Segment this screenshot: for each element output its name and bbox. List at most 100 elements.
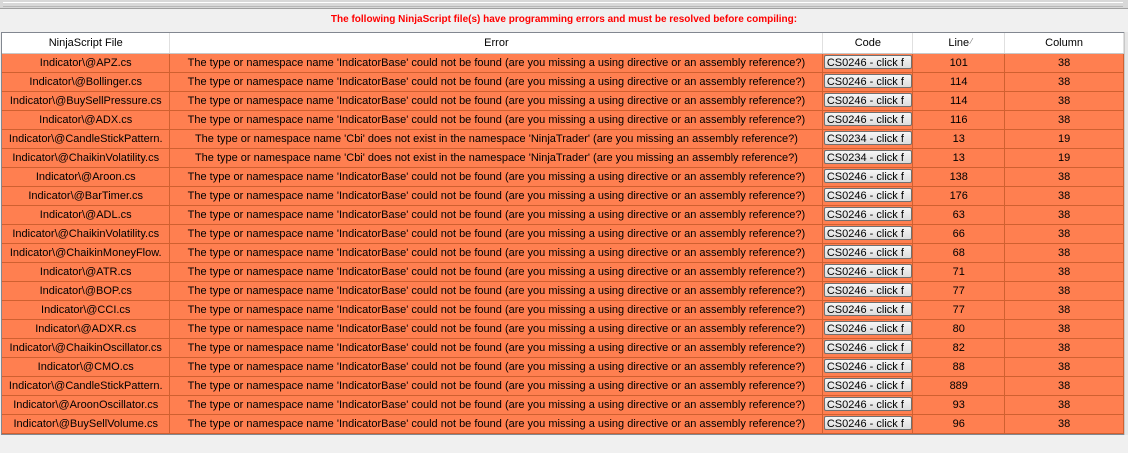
cell-error[interactable]: The type or namespace name 'IndicatorBas… — [169, 205, 824, 225]
error-code-help-button[interactable]: CS0246 - click f — [823, 73, 912, 88]
cell-error[interactable]: The type or namespace name 'IndicatorBas… — [169, 281, 824, 301]
cell-error[interactable]: The type or namespace name 'IndicatorBas… — [169, 319, 824, 339]
cell-error[interactable]: The type or namespace name 'Cbi' does no… — [169, 129, 824, 149]
error-code-help-button[interactable]: CS0234 - click f — [823, 130, 912, 145]
cell-file[interactable]: Indicator\@APZ.cs — [2, 53, 171, 73]
cell-file[interactable]: Indicator\@Aroon.cs — [2, 167, 171, 187]
error-code-help-button[interactable]: CS0246 - click f — [823, 92, 912, 107]
table-row[interactable]: Indicator\@AroonOscillator.cs The type or… — [2, 395, 1124, 415]
error-code-help-button[interactable]: CS0246 - click f — [823, 282, 912, 297]
table-row[interactable]: Indicator\@CandleStickPattern. The type o… — [2, 376, 1124, 396]
cell-column[interactable]: 38 — [1004, 205, 1124, 225]
cell-file[interactable]: Indicator\@CCI.cs — [2, 300, 171, 320]
cell-file[interactable]: Indicator\@ChaikinMoneyFlow. — [2, 243, 171, 263]
cell-line[interactable]: 176 — [912, 186, 1006, 206]
cell-column[interactable]: 38 — [1004, 338, 1124, 358]
cell-column[interactable]: 38 — [1004, 300, 1124, 320]
cell-line[interactable]: 101 — [912, 53, 1006, 73]
cell-file[interactable]: Indicator\@BuySellPressure.cs — [2, 91, 171, 111]
table-row[interactable]: Indicator\@BuySellVolume.cs The type or n… — [2, 414, 1124, 434]
error-code-help-button[interactable]: CS0246 - click f — [823, 358, 912, 373]
table-row[interactable]: Indicator\@ChaikinVolatility.cs The type … — [2, 224, 1124, 244]
column-header-file[interactable]: NinjaScript File — [2, 33, 171, 54]
cell-error[interactable]: The type or namespace name 'IndicatorBas… — [169, 395, 824, 415]
table-row[interactable]: Indicator\@ADXR.cs The type or namespace … — [2, 319, 1124, 339]
cell-error[interactable]: The type or namespace name 'IndicatorBas… — [169, 53, 824, 73]
error-code-help-button[interactable]: CS0246 - click f — [823, 339, 912, 354]
error-code-help-button[interactable]: CS0246 - click f — [823, 320, 912, 335]
cell-line[interactable]: 138 — [912, 167, 1006, 187]
cell-error[interactable]: The type or namespace name 'IndicatorBas… — [169, 186, 824, 206]
error-code-help-button[interactable]: CS0246 - click f — [823, 244, 912, 259]
table-row[interactable]: Indicator\@Bollinger.cs The type or names… — [2, 72, 1124, 92]
cell-file[interactable]: Indicator\@ChaikinVolatility.cs — [2, 224, 171, 244]
table-row[interactable]: Indicator\@BOP.cs The type or namespace n… — [2, 281, 1124, 301]
cell-error[interactable]: The type or namespace name 'IndicatorBas… — [169, 338, 824, 358]
cell-error[interactable]: The type or namespace name 'IndicatorBas… — [169, 224, 824, 244]
error-code-help-button[interactable]: CS0246 - click f — [823, 168, 912, 183]
cell-line[interactable]: 889 — [912, 376, 1006, 396]
table-row[interactable]: Indicator\@CandleStickPattern. The type o… — [2, 129, 1124, 149]
cell-column[interactable]: 38 — [1004, 395, 1124, 415]
cell-column[interactable]: 38 — [1004, 281, 1124, 301]
error-code-help-button[interactable]: CS0246 - click f — [823, 111, 912, 126]
column-header-line[interactable]: Line ⁄ — [912, 33, 1006, 54]
cell-line[interactable]: 13 — [912, 129, 1006, 149]
cell-column[interactable]: 38 — [1004, 357, 1124, 377]
cell-line[interactable]: 66 — [912, 224, 1006, 244]
cell-line[interactable]: 77 — [912, 281, 1006, 301]
cell-error[interactable]: The type or namespace name 'IndicatorBas… — [169, 110, 824, 130]
error-code-help-button[interactable]: CS0246 - click f — [823, 54, 912, 69]
cell-error[interactable]: The type or namespace name 'Cbi' does no… — [169, 148, 824, 168]
table-row[interactable]: Indicator\@ChaikinOscillator.cs The type … — [2, 338, 1124, 358]
table-row[interactable]: Indicator\@Aroon.cs The type or namespace… — [2, 167, 1124, 187]
cell-line[interactable]: 71 — [912, 262, 1006, 282]
cell-line[interactable]: 88 — [912, 357, 1006, 377]
errors-grid[interactable]: NinjaScript File Error Code Line ⁄ Column… — [1, 32, 1125, 435]
table-row[interactable]: Indicator\@CMO.cs The type or namespace n… — [2, 357, 1124, 377]
cell-line[interactable]: 77 — [912, 300, 1006, 320]
table-row[interactable]: Indicator\@ATR.cs The type or namespace n… — [2, 262, 1124, 282]
cell-file[interactable]: Indicator\@AroonOscillator.cs — [2, 395, 171, 415]
table-row[interactable]: Indicator\@ChaikinVolatility.cs The type … — [2, 148, 1124, 168]
cell-error[interactable]: The type or namespace name 'IndicatorBas… — [169, 262, 824, 282]
column-header-error[interactable]: Error — [169, 33, 824, 54]
error-code-help-button[interactable]: CS0246 - click f — [823, 396, 912, 411]
cell-error[interactable]: The type or namespace name 'IndicatorBas… — [169, 414, 824, 434]
cell-file[interactable]: Indicator\@Bollinger.cs — [2, 72, 171, 92]
cell-column[interactable]: 38 — [1004, 319, 1124, 339]
cell-file[interactable]: Indicator\@BuySellVolume.cs — [2, 414, 171, 434]
error-code-help-button[interactable]: CS0246 - click f — [823, 263, 912, 278]
cell-column[interactable]: 19 — [1004, 129, 1124, 149]
table-row[interactable]: Indicator\@ADX.cs The type or namespace n… — [2, 110, 1124, 130]
cell-column[interactable]: 38 — [1004, 186, 1124, 206]
cell-file[interactable]: Indicator\@BOP.cs — [2, 281, 171, 301]
error-code-help-button[interactable]: CS0234 - click f — [823, 149, 912, 164]
error-code-help-button[interactable]: CS0246 - click f — [823, 377, 912, 392]
table-row[interactable]: Indicator\@CCI.cs The type or namespace n… — [2, 300, 1124, 320]
table-row[interactable]: Indicator\@ADL.cs The type or namespace n… — [2, 205, 1124, 225]
cell-line[interactable]: 13 — [912, 148, 1006, 168]
table-row[interactable]: Indicator\@APZ.cs The type or namespace n… — [2, 53, 1124, 73]
error-code-help-button[interactable]: CS0246 - click f — [823, 301, 912, 316]
cell-file[interactable]: Indicator\@CandleStickPattern. — [2, 376, 171, 396]
cell-file[interactable]: Indicator\@ATR.cs — [2, 262, 171, 282]
cell-column[interactable]: 38 — [1004, 72, 1124, 92]
cell-line[interactable]: 80 — [912, 319, 1006, 339]
cell-line[interactable]: 114 — [912, 91, 1006, 111]
cell-error[interactable]: The type or namespace name 'IndicatorBas… — [169, 357, 824, 377]
error-code-help-button[interactable]: CS0246 - click f — [823, 206, 912, 221]
cell-column[interactable]: 38 — [1004, 167, 1124, 187]
cell-error[interactable]: The type or namespace name 'IndicatorBas… — [169, 376, 824, 396]
cell-error[interactable]: The type or namespace name 'IndicatorBas… — [169, 300, 824, 320]
table-row[interactable]: Indicator\@BuySellPressure.cs The type or… — [2, 91, 1124, 111]
cell-column[interactable]: 38 — [1004, 262, 1124, 282]
cell-file[interactable]: Indicator\@CMO.cs — [2, 357, 171, 377]
error-code-help-button[interactable]: CS0246 - click f — [823, 415, 912, 430]
cell-line[interactable]: 114 — [912, 72, 1006, 92]
cell-column[interactable]: 38 — [1004, 110, 1124, 130]
cell-column[interactable]: 38 — [1004, 91, 1124, 111]
cell-line[interactable]: 82 — [912, 338, 1006, 358]
cell-error[interactable]: The type or namespace name 'IndicatorBas… — [169, 167, 824, 187]
cell-error[interactable]: The type or namespace name 'IndicatorBas… — [169, 243, 824, 263]
